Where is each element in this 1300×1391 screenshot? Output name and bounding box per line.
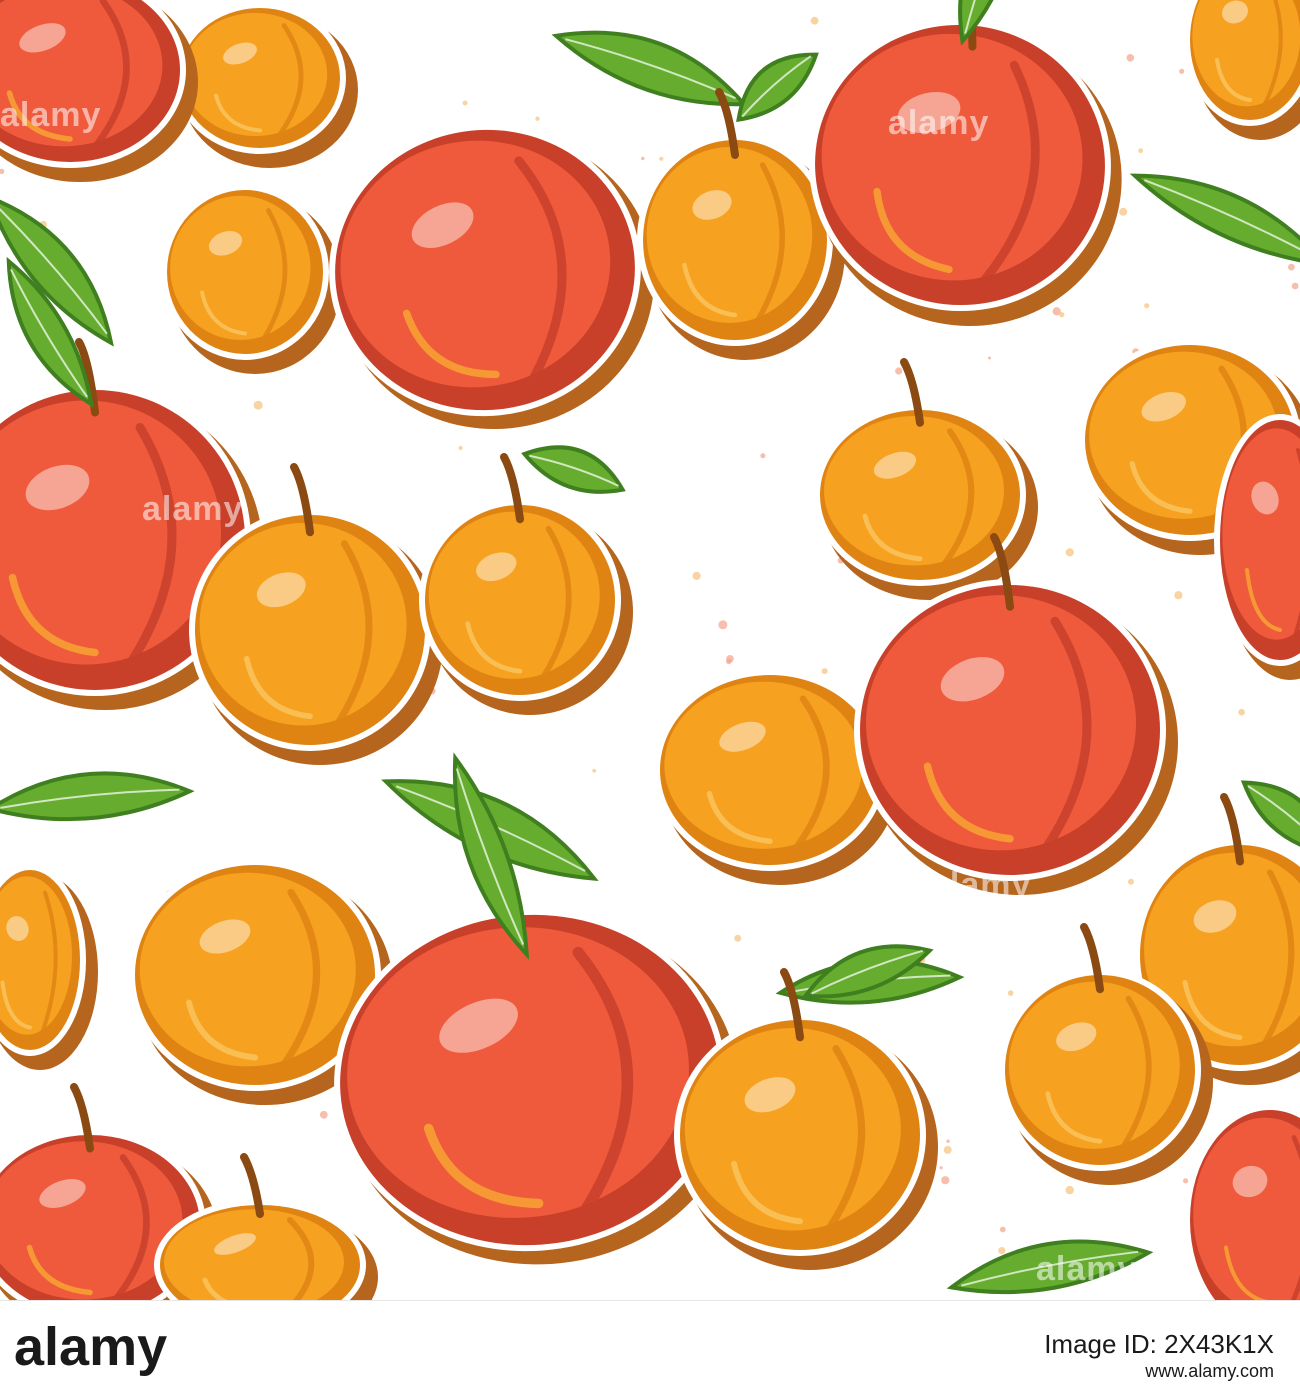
apricot-icon xyxy=(174,2,358,168)
speckle xyxy=(999,1226,1006,1233)
apricot-icon xyxy=(419,453,633,715)
speckle xyxy=(1065,548,1074,557)
speckle xyxy=(941,1176,950,1185)
speckle xyxy=(821,668,828,675)
speckle xyxy=(1065,1185,1074,1195)
speckle xyxy=(692,571,701,581)
speckle xyxy=(734,934,742,942)
speckle xyxy=(1007,990,1014,996)
speckle xyxy=(253,400,263,410)
speckle xyxy=(1126,54,1135,62)
speckle xyxy=(1138,148,1143,154)
peach-icon xyxy=(0,0,198,182)
apricot-flesh xyxy=(824,415,1004,566)
speckle xyxy=(1052,307,1061,316)
image-id: Image ID: 2X43K1X xyxy=(1044,1329,1274,1359)
apricot-flesh xyxy=(428,511,600,679)
pattern-canvas: alamy alamy alamy alamy alamy xyxy=(0,0,1300,1300)
speckle xyxy=(1291,282,1299,290)
leaf-blade xyxy=(0,771,195,822)
speckle xyxy=(319,1110,328,1119)
fruit-pattern xyxy=(0,0,1300,1300)
leaf-blade xyxy=(1129,173,1300,268)
leaf-icon xyxy=(946,1239,1154,1295)
apricot-flesh xyxy=(1008,981,1180,1149)
apricot-flesh xyxy=(183,12,328,137)
speckle xyxy=(1183,1178,1189,1184)
speckle xyxy=(760,453,766,459)
speckle xyxy=(1119,207,1128,216)
peach-flesh xyxy=(866,595,1136,851)
speckle xyxy=(895,367,903,375)
speckle xyxy=(988,356,991,360)
speckle xyxy=(946,1139,950,1143)
speckle xyxy=(998,1247,1006,1255)
speckle xyxy=(1179,68,1185,74)
stock-footer: alamy Image ID: 2X43K1X www.alamy.com xyxy=(0,1300,1300,1391)
speckle xyxy=(0,168,5,175)
site-url: www.alamy.com xyxy=(1145,1361,1274,1381)
speckle xyxy=(726,655,734,663)
apricot-flesh xyxy=(139,872,356,1067)
apricot-icon xyxy=(1184,0,1300,140)
apricot-flesh xyxy=(170,195,311,341)
apricot-icon xyxy=(0,864,98,1070)
speckle xyxy=(592,768,597,773)
speckle xyxy=(458,445,463,451)
leaf-icon xyxy=(521,445,626,494)
speckle xyxy=(939,1166,943,1170)
leaf-icon xyxy=(736,52,819,123)
leaf-blade xyxy=(946,1239,1154,1295)
speckle xyxy=(810,16,819,25)
peach-icon xyxy=(809,0,1122,327)
apricot-icon xyxy=(161,184,341,374)
speckle xyxy=(943,1145,952,1154)
alamy-logo: alamy xyxy=(14,1317,167,1377)
alamy-logo-text: alamy xyxy=(14,1317,167,1377)
speckle xyxy=(718,620,728,630)
apricot-flesh xyxy=(199,523,407,726)
speckle xyxy=(1144,303,1150,309)
speckle xyxy=(659,156,664,161)
speckle xyxy=(1238,708,1245,716)
apricot-flesh xyxy=(664,681,863,849)
apricot-flesh xyxy=(684,1028,901,1231)
speckle xyxy=(535,116,540,121)
speckle xyxy=(1174,591,1183,600)
leaf-icon xyxy=(1129,173,1300,268)
speckle xyxy=(462,100,468,106)
speckle xyxy=(641,156,645,161)
apricot-flesh xyxy=(646,147,813,323)
peach-icon xyxy=(329,123,655,430)
speckle xyxy=(1288,263,1295,271)
speckle xyxy=(1128,878,1134,885)
leaf-icon xyxy=(0,771,195,822)
peach-icon xyxy=(334,864,739,1265)
peach-icon xyxy=(1184,1104,1300,1300)
